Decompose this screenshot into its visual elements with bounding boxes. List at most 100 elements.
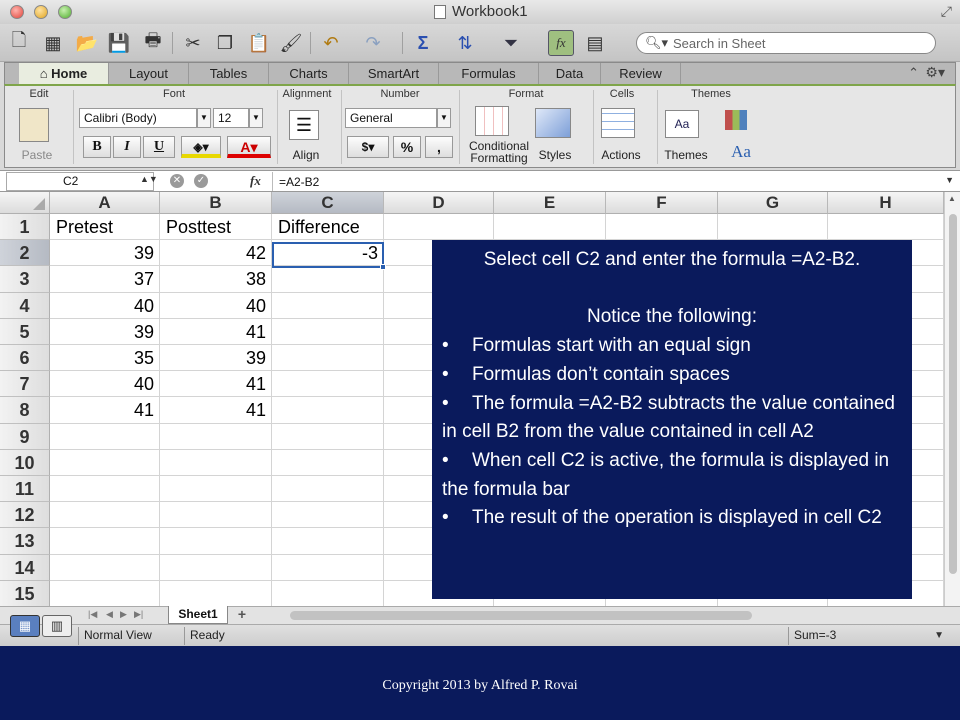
scroll-up-icon[interactable]: ▲ — [948, 194, 956, 203]
row-header-10[interactable]: 10 — [0, 449, 50, 476]
row-header-11[interactable]: 11 — [0, 476, 50, 503]
autosum-icon[interactable]: Σ — [410, 30, 436, 56]
fill-handle[interactable] — [380, 264, 386, 270]
cell-a6[interactable]: 35 — [50, 345, 160, 371]
filter-icon[interactable]: ⏷ — [498, 30, 524, 56]
cell-b7[interactable]: 41 — [160, 371, 272, 397]
comma-button[interactable]: , — [425, 136, 453, 158]
cell-a8[interactable]: 41 — [50, 397, 160, 423]
font-name-chevron-down-icon[interactable]: ▼ — [197, 108, 211, 128]
format-painter-icon[interactable]: 🖌 — [278, 30, 304, 56]
conditional-formatting-icon[interactable] — [475, 106, 509, 136]
column-header-f[interactable]: F — [606, 192, 718, 214]
font-size-field[interactable]: 12 — [213, 108, 249, 128]
cell-a2[interactable]: 39 — [50, 240, 160, 266]
underline-button[interactable]: U — [143, 136, 175, 158]
cell-a5[interactable]: 39 — [50, 319, 160, 345]
sheet-tab-sheet1[interactable]: Sheet1 — [168, 606, 228, 624]
next-sheet-icon[interactable]: ▶ — [120, 609, 127, 620]
redo-icon[interactable]: ↷ — [360, 30, 386, 56]
name-box-stepper-icon[interactable]: ▲▼ — [140, 174, 158, 184]
tab-layout[interactable]: Layout — [109, 63, 189, 84]
themes-icon[interactable]: Aa — [665, 110, 699, 138]
vertical-scroll-thumb[interactable] — [949, 214, 957, 574]
tab-formulas[interactable]: Formulas — [439, 63, 539, 84]
row-header-1[interactable]: 1 — [0, 214, 50, 241]
vertical-scrollbar[interactable]: ▲ — [944, 192, 960, 606]
column-header-d[interactable]: D — [384, 192, 494, 214]
cell-b5[interactable]: 41 — [160, 319, 272, 345]
paste-icon[interactable]: 📋 — [246, 30, 272, 56]
column-header-b[interactable]: B — [160, 192, 272, 214]
select-all-corner[interactable] — [0, 192, 50, 214]
insert-function-icon[interactable]: fx — [250, 173, 261, 189]
column-header-a[interactable]: A — [50, 192, 160, 214]
font-color-icon[interactable]: A▾ — [227, 136, 271, 158]
cells-actions-icon[interactable] — [601, 108, 635, 138]
cell-b4[interactable]: 40 — [160, 293, 272, 319]
styles-icon[interactable] — [535, 108, 571, 138]
theme-fonts-icon[interactable]: Aa — [723, 142, 759, 162]
percent-button[interactable]: % — [393, 136, 421, 158]
undo-icon[interactable]: ↶ — [318, 30, 344, 56]
row-header-2[interactable]: 2 — [0, 240, 50, 267]
cell-a7[interactable]: 40 — [50, 371, 160, 397]
name-box[interactable]: C2 — [6, 172, 154, 191]
search-box[interactable]: 🔍︎▾ — [636, 32, 936, 54]
normal-view-icon[interactable]: ▦ — [10, 615, 40, 637]
row-header-8[interactable]: 8 — [0, 397, 50, 424]
cell-b1[interactable]: Posttest — [160, 214, 272, 240]
row-header-14[interactable]: 14 — [0, 554, 50, 581]
cell-b2[interactable]: 42 — [160, 240, 272, 266]
row-header-6[interactable]: 6 — [0, 345, 50, 372]
print-icon[interactable]: 🖶 — [140, 30, 166, 56]
fullscreen-icon[interactable]: ⤢ — [941, 3, 952, 20]
sum-status[interactable]: Sum=-3 — [794, 628, 836, 642]
cell-a1[interactable]: Pretest — [50, 214, 160, 240]
open-icon[interactable]: 📂 — [74, 30, 100, 56]
save-icon[interactable]: 💾 — [106, 30, 132, 56]
theme-colors-icon[interactable] — [725, 110, 747, 130]
formula-builder-icon[interactable]: fx — [548, 30, 574, 56]
fill-color-icon[interactable]: ◈▾ — [181, 136, 221, 158]
cancel-formula-icon[interactable]: ✕ — [170, 174, 184, 188]
last-sheet-icon[interactable]: ▶| — [134, 609, 143, 620]
toolbox-icon[interactable]: ▤ — [582, 30, 608, 56]
search-icon[interactable]: 🔍︎▾ — [645, 35, 668, 51]
cell-c8[interactable] — [272, 397, 384, 423]
cell-b3[interactable]: 38 — [160, 266, 272, 292]
new-workbook-icon[interactable]: 🗋 — [6, 30, 32, 56]
row-header-15[interactable]: 15 — [0, 580, 50, 606]
cell-c6[interactable] — [272, 345, 384, 371]
font-size-chevron-down-icon[interactable]: ▼ — [249, 108, 263, 128]
tab-data[interactable]: Data — [539, 63, 601, 84]
formula-input[interactable] — [272, 172, 942, 191]
cell-c1[interactable]: Difference — [272, 214, 384, 240]
row-header-3[interactable]: 3 — [0, 266, 50, 293]
row-header-13[interactable]: 13 — [0, 528, 50, 555]
row-header-7[interactable]: 7 — [0, 371, 50, 398]
tab-smartart[interactable]: SmartArt — [349, 63, 439, 84]
close-window-button[interactable] — [10, 5, 24, 19]
previous-sheet-icon[interactable]: ◀ — [106, 609, 113, 620]
column-header-c[interactable]: C — [272, 192, 384, 214]
gear-icon[interactable]: ⚙▾ — [925, 64, 945, 81]
copy-icon[interactable]: ❐ — [212, 30, 238, 56]
italic-button[interactable]: I — [113, 136, 141, 158]
tab-charts[interactable]: Charts — [269, 63, 349, 84]
cell-c3[interactable] — [272, 266, 384, 292]
row-header-9[interactable]: 9 — [0, 423, 50, 450]
status-menu-chevron-down-icon[interactable]: ▼ — [934, 630, 944, 641]
tab-home[interactable]: ⌂ Home — [19, 63, 109, 84]
first-sheet-icon[interactable]: |◀ — [88, 609, 97, 620]
row-header-12[interactable]: 12 — [0, 502, 50, 529]
align-icon[interactable]: ☰ — [289, 110, 319, 140]
tab-review[interactable]: Review — [601, 63, 681, 84]
collapse-ribbon-icon[interactable]: ⌃ — [908, 65, 919, 81]
cell-b6[interactable]: 39 — [160, 345, 272, 371]
row-header-4[interactable]: 4 — [0, 292, 50, 319]
row-header-5[interactable]: 5 — [0, 318, 50, 345]
cell-b8[interactable]: 41 — [160, 397, 272, 423]
font-name-field[interactable]: Calibri (Body) — [79, 108, 197, 128]
cell-c5[interactable] — [272, 319, 384, 345]
